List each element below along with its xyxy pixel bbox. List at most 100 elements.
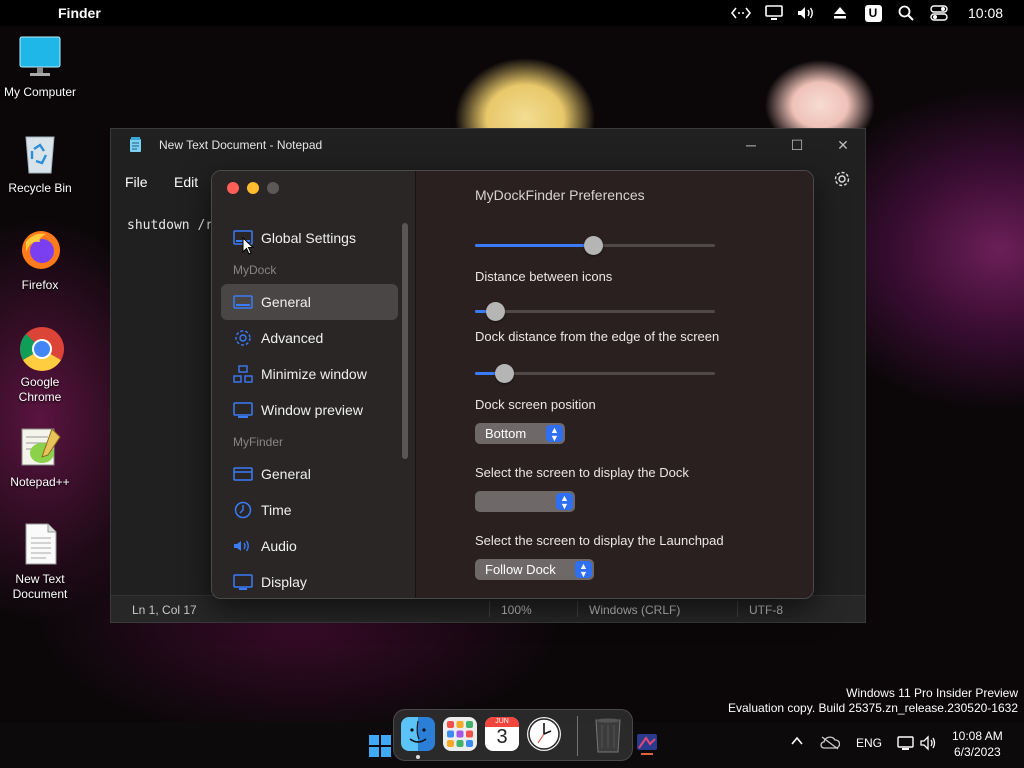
sidebar-item-label: Display [261, 574, 307, 590]
running-indicator [416, 755, 420, 759]
language-indicator[interactable]: ENG [856, 736, 882, 750]
desktop-icon-label: Recycle Bin [8, 181, 72, 195]
preferences-content: MyDockFinder Preferences Distance betwee… [416, 171, 813, 598]
sidebar-item-mydock-general[interactable]: General [221, 284, 398, 320]
status-line-ending: Windows (CRLF) [589, 603, 681, 617]
launchpad-dock-icon[interactable] [443, 717, 477, 751]
clock-dock-icon[interactable] [527, 717, 561, 751]
launchpad-screen-label: Select the screen to display the Launchp… [475, 533, 724, 548]
desktop-icon-label: Firefox [21, 278, 59, 292]
windows-watermark: Windows 11 Pro Insider Preview Evaluatio… [728, 686, 1018, 716]
search-icon[interactable] [895, 3, 917, 23]
slider-fill [475, 244, 593, 247]
chevron-up-icon[interactable] [791, 735, 803, 749]
sidebar-item-window-preview[interactable]: Window preview [221, 392, 398, 428]
notepad-title: New Text Document - Notepad [159, 138, 323, 152]
status-separator [489, 601, 490, 617]
sidebar-item-label: Advanced [261, 330, 324, 346]
volume-icon[interactable] [920, 735, 938, 754]
text-document-icon [18, 522, 62, 566]
sidebar-item-label: General [261, 294, 311, 310]
status-separator [577, 601, 578, 617]
dock-screen-select[interactable]: ▲ ▼ [475, 491, 575, 512]
desktop-icon-label: Google Chrome [18, 375, 62, 404]
network-icon[interactable] [897, 735, 915, 754]
control-center-icon[interactable] [928, 3, 950, 23]
distance-between-icons-slider[interactable] [475, 301, 715, 321]
desktop-icon-firefox[interactable]: Firefox [0, 228, 80, 293]
minimize-window-button[interactable] [247, 182, 259, 194]
notepad-status-bar: Ln 1, Col 17 100% Windows (CRLF) UTF-8 [111, 595, 865, 622]
dock-position-select[interactable]: Bottom ▲ ▼ [475, 423, 565, 444]
preferences-title: MyDockFinder Preferences [475, 187, 645, 203]
status-encoding: UTF-8 [749, 603, 783, 617]
sidebar-scrollbar[interactable] [402, 223, 408, 459]
desktop-icon-label: Notepad++ [10, 475, 70, 489]
watermark-line-1: Windows 11 Pro Insider Preview [846, 686, 1018, 700]
sidebar-item-advanced[interactable]: Advanced [221, 320, 398, 356]
desktop-icon-my-computer[interactable]: My Computer [0, 35, 80, 100]
sidebar-section-mydock: MyDock [233, 263, 277, 277]
taskbar-clock[interactable]: 10:08 AM 6/3/2023 [952, 728, 1003, 760]
clock-icon [233, 501, 253, 519]
trash-dock-icon[interactable] [591, 717, 625, 753]
desktop-icon-label: My Computer [3, 85, 77, 99]
gear-icon[interactable] [833, 170, 853, 190]
launchpad-screen-select[interactable]: Follow Dock ▲ ▼ [475, 559, 594, 580]
finder-dock-icon[interactable] [401, 717, 435, 751]
code-arrows-icon[interactable] [730, 3, 752, 23]
chevron-updown-icon: ▲ ▼ [575, 561, 592, 579]
active-app-name[interactable]: Finder [58, 5, 101, 21]
notepad-title-bar[interactable]: New Text Document - Notepad ─ ☐ ✕ [111, 129, 865, 161]
chevron-updown-icon: ▲ ▼ [546, 425, 563, 443]
sidebar-item-display[interactable]: Display [221, 564, 398, 598]
desktop-icon-notepad-plus-plus[interactable]: Notepad++ [0, 425, 80, 490]
windows-start-icon[interactable] [368, 734, 392, 758]
sidebar-item-label: Global Settings [261, 230, 356, 246]
sidebar-section-myfinder: MyFinder [233, 435, 284, 449]
sidebar-item-label: General [261, 466, 311, 482]
notepad-plus-plus-icon [18, 425, 62, 469]
u-badge-icon[interactable]: U [864, 3, 882, 23]
menu-edit[interactable]: Edit [174, 174, 198, 190]
sidebar-item-audio[interactable]: Audio [221, 528, 398, 564]
desktop-icon-google-chrome[interactable]: Google Chrome [0, 325, 80, 405]
sidebar-item-label: Minimize window [261, 366, 367, 382]
icon-size-slider[interactable] [475, 235, 715, 255]
desktop-icon-recycle-bin[interactable]: Recycle Bin [0, 131, 80, 196]
close-button[interactable]: ✕ [833, 135, 853, 155]
sidebar-item-label: Time [261, 502, 292, 518]
status-cursor-position: Ln 1, Col 17 [132, 603, 197, 617]
mouse-cursor-icon [242, 236, 255, 260]
zoom-window-button[interactable] [267, 182, 279, 194]
menu-file[interactable]: File [125, 174, 148, 190]
volume-icon[interactable] [795, 3, 817, 23]
maximize-button[interactable]: ☐ [787, 135, 807, 155]
gear-icon [233, 329, 253, 347]
close-window-button[interactable] [227, 182, 239, 194]
cloud-offline-icon[interactable] [820, 736, 841, 753]
preferences-sidebar: Global Settings MyDock General Advanced … [212, 171, 416, 598]
taskbar-time: 10:08 AM [952, 729, 1003, 743]
mydockfinder-taskbar-icon[interactable] [636, 730, 658, 761]
monitor-icon[interactable] [763, 3, 785, 23]
notepad-text-area[interactable]: shutdown /r [127, 218, 213, 233]
sidebar-item-minimize-window[interactable]: Minimize window [221, 356, 398, 392]
sidebar-item-label: Audio [261, 538, 297, 554]
calendar-day: 3 [496, 726, 508, 748]
sidebar-item-time[interactable]: Time [221, 492, 398, 528]
desktop-icon-new-text-document[interactable]: New Text Document [0, 522, 80, 602]
slider-knob[interactable] [584, 236, 603, 255]
eject-icon[interactable] [829, 3, 851, 23]
sidebar-item-myfinder-general[interactable]: General [221, 456, 398, 492]
minimize-button[interactable]: ─ [741, 135, 761, 155]
chevron-updown-icon: ▲ ▼ [556, 493, 573, 511]
slider-knob[interactable] [486, 302, 505, 321]
general-icon [233, 465, 253, 483]
display-icon [233, 573, 253, 591]
dock-distance-slider[interactable] [475, 363, 715, 383]
menu-bar-clock[interactable]: 10:08 [968, 5, 1003, 21]
calendar-dock-icon[interactable]: JUN 3 [485, 717, 519, 751]
speaker-icon [233, 537, 253, 555]
slider-knob[interactable] [495, 364, 514, 383]
